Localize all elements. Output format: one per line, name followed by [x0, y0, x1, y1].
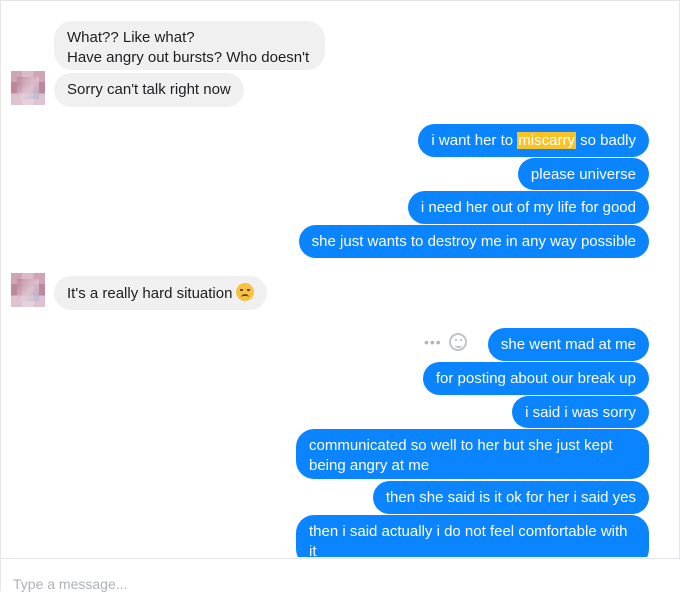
- incoming-message[interactable]: It's a really hard situation: [54, 276, 268, 310]
- message-line: What?? Like what?: [67, 29, 195, 46]
- message-text: she just wants to destroy me in any way …: [311, 233, 636, 250]
- incoming-message[interactable]: What?? Like what? Have angry out bursts?…: [54, 21, 325, 70]
- outgoing-message[interactable]: for posting about our break up: [422, 362, 649, 395]
- message-text: so badly: [575, 132, 636, 149]
- message-text: for posting about our break up: [435, 370, 636, 387]
- message-text: It's a really hard situation: [67, 285, 233, 302]
- message-text: please universe: [530, 166, 636, 183]
- outgoing-message[interactable]: she just wants to destroy me in any way …: [298, 225, 649, 258]
- message-text: she went mad at me: [500, 336, 636, 353]
- outgoing-message[interactable]: i said i was sorry: [512, 396, 649, 428]
- outgoing-message[interactable]: i want her to miscarry so badly: [418, 124, 649, 157]
- message-thread: What?? Like what? Have angry out bursts?…: [1, 1, 680, 557]
- message-text: communicated so well to her but she just…: [309, 437, 613, 474]
- message-text: then i said actually i do not feel comfo…: [309, 523, 628, 557]
- message-text: then she said is it ok for her i said ye…: [385, 489, 636, 506]
- search-highlight: miscarry: [517, 132, 576, 149]
- incoming-message[interactable]: Sorry can't talk right now: [54, 73, 244, 107]
- message-line: Have angry out bursts? Who doesn't: [67, 49, 310, 66]
- message-text: i said i was sorry: [525, 404, 636, 421]
- outgoing-message[interactable]: communicated so well to her but she just…: [296, 429, 649, 479]
- contact-avatar[interactable]: [11, 273, 45, 307]
- outgoing-message[interactable]: then i said actually i do not feel comfo…: [296, 515, 649, 557]
- message-text: Sorry can't talk right now: [67, 81, 231, 98]
- message-composer: [1, 558, 680, 595]
- outgoing-message[interactable]: i need her out of my life for good: [407, 191, 649, 224]
- outgoing-message[interactable]: she went mad at me: [487, 328, 649, 361]
- message-input[interactable]: [13, 573, 613, 595]
- message-text: i need her out of my life for good: [420, 199, 636, 216]
- more-options-icon[interactable]: •••: [424, 334, 442, 350]
- outgoing-message[interactable]: please universe: [517, 158, 649, 190]
- contact-avatar[interactable]: [11, 71, 45, 105]
- chat-window: What?? Like what? Have angry out bursts?…: [0, 0, 680, 595]
- message-text: i want her to: [431, 132, 518, 149]
- smiley-react-icon[interactable]: [449, 333, 467, 351]
- outgoing-message[interactable]: then she said is it ok for her i said ye…: [372, 481, 649, 514]
- disappointed-face-icon: [236, 283, 255, 301]
